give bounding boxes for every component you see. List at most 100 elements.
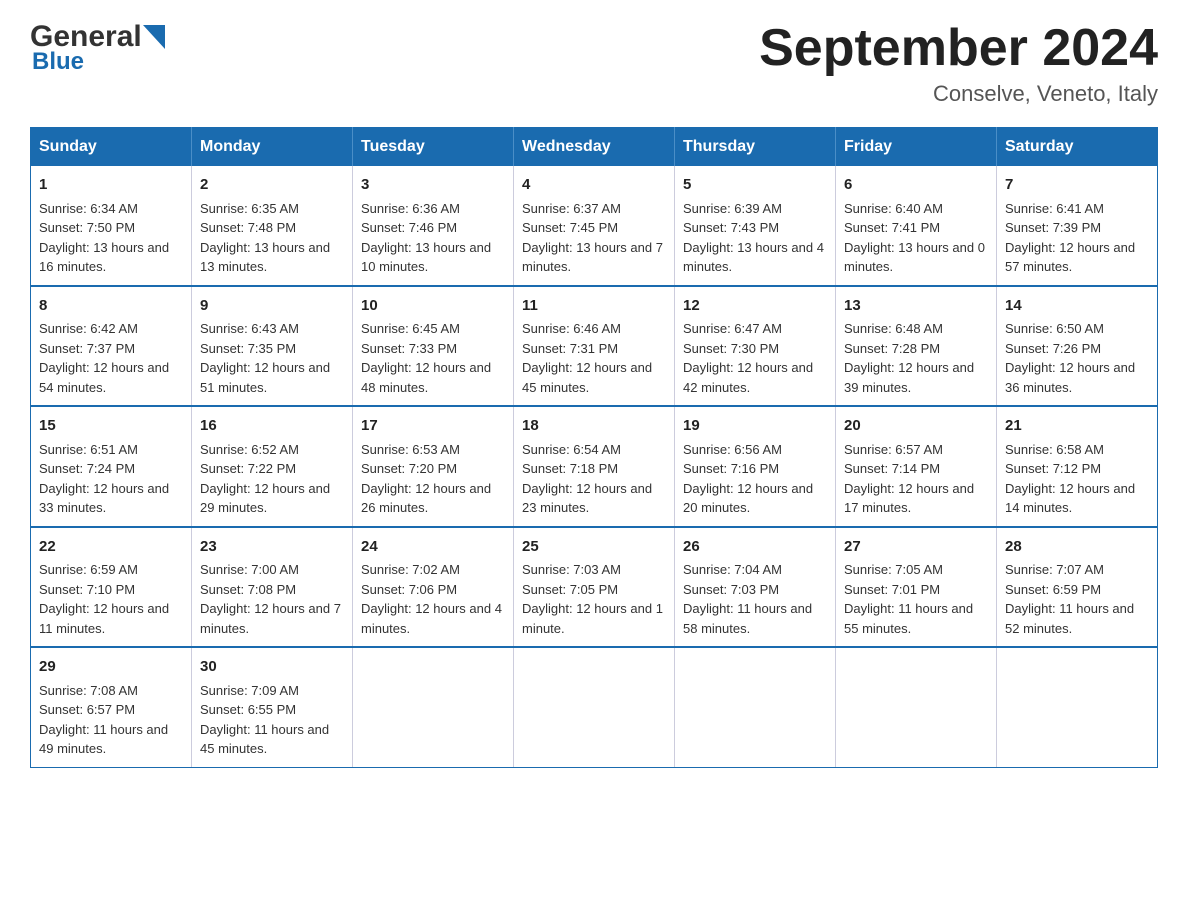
sunrise-info: Sunrise: 6:50 AM bbox=[1005, 319, 1149, 339]
day-number: 10 bbox=[361, 295, 505, 318]
calendar-cell: 14 Sunrise: 6:50 AM Sunset: 7:26 PM Dayl… bbox=[997, 286, 1158, 407]
sunset-info: Sunset: 7:03 PM bbox=[683, 580, 827, 600]
daylight-info: Daylight: 12 hours and 36 minutes. bbox=[1005, 358, 1149, 397]
page-header: General Blue September 2024 Conselve, Ve… bbox=[30, 20, 1158, 107]
calendar-cell: 1 Sunrise: 6:34 AM Sunset: 7:50 PM Dayli… bbox=[31, 166, 192, 286]
calendar-cell: 12 Sunrise: 6:47 AM Sunset: 7:30 PM Dayl… bbox=[675, 286, 836, 407]
sunset-info: Sunset: 7:45 PM bbox=[522, 218, 666, 238]
sunset-info: Sunset: 7:10 PM bbox=[39, 580, 183, 600]
daylight-info: Daylight: 13 hours and 0 minutes. bbox=[844, 238, 988, 277]
sunset-info: Sunset: 7:24 PM bbox=[39, 459, 183, 479]
sunrise-info: Sunrise: 7:02 AM bbox=[361, 560, 505, 580]
day-number: 21 bbox=[1005, 415, 1149, 438]
daylight-info: Daylight: 12 hours and 1 minute. bbox=[522, 599, 666, 638]
weekday-header-monday: Monday bbox=[192, 128, 353, 167]
daylight-info: Daylight: 13 hours and 16 minutes. bbox=[39, 238, 183, 277]
sunrise-info: Sunrise: 6:41 AM bbox=[1005, 199, 1149, 219]
weekday-header-friday: Friday bbox=[836, 128, 997, 167]
sunset-info: Sunset: 6:55 PM bbox=[200, 700, 344, 720]
calendar-cell: 26 Sunrise: 7:04 AM Sunset: 7:03 PM Dayl… bbox=[675, 527, 836, 648]
calendar-cell: 9 Sunrise: 6:43 AM Sunset: 7:35 PM Dayli… bbox=[192, 286, 353, 407]
day-number: 7 bbox=[1005, 174, 1149, 197]
calendar-week-row: 22 Sunrise: 6:59 AM Sunset: 7:10 PM Dayl… bbox=[31, 527, 1158, 648]
day-number: 3 bbox=[361, 174, 505, 197]
day-number: 20 bbox=[844, 415, 988, 438]
sunset-info: Sunset: 7:37 PM bbox=[39, 339, 183, 359]
calendar-cell: 24 Sunrise: 7:02 AM Sunset: 7:06 PM Dayl… bbox=[353, 527, 514, 648]
sunrise-info: Sunrise: 6:34 AM bbox=[39, 199, 183, 219]
day-number: 12 bbox=[683, 295, 827, 318]
day-number: 11 bbox=[522, 295, 666, 318]
calendar-cell bbox=[514, 647, 675, 767]
day-number: 9 bbox=[200, 295, 344, 318]
sunrise-info: Sunrise: 6:37 AM bbox=[522, 199, 666, 219]
sunrise-info: Sunrise: 6:43 AM bbox=[200, 319, 344, 339]
calendar-cell: 20 Sunrise: 6:57 AM Sunset: 7:14 PM Dayl… bbox=[836, 406, 997, 527]
sunrise-info: Sunrise: 6:56 AM bbox=[683, 440, 827, 460]
sunrise-info: Sunrise: 6:42 AM bbox=[39, 319, 183, 339]
day-number: 30 bbox=[200, 656, 344, 679]
calendar-cell: 22 Sunrise: 6:59 AM Sunset: 7:10 PM Dayl… bbox=[31, 527, 192, 648]
daylight-info: Daylight: 13 hours and 13 minutes. bbox=[200, 238, 344, 277]
day-number: 16 bbox=[200, 415, 344, 438]
day-number: 2 bbox=[200, 174, 344, 197]
sunset-info: Sunset: 6:59 PM bbox=[1005, 580, 1149, 600]
weekday-header-thursday: Thursday bbox=[675, 128, 836, 167]
calendar-cell: 6 Sunrise: 6:40 AM Sunset: 7:41 PM Dayli… bbox=[836, 166, 997, 286]
sunset-info: Sunset: 6:57 PM bbox=[39, 700, 183, 720]
sunset-info: Sunset: 7:43 PM bbox=[683, 218, 827, 238]
day-number: 26 bbox=[683, 536, 827, 559]
day-number: 25 bbox=[522, 536, 666, 559]
sunset-info: Sunset: 7:20 PM bbox=[361, 459, 505, 479]
sunset-info: Sunset: 7:28 PM bbox=[844, 339, 988, 359]
sunrise-info: Sunrise: 6:48 AM bbox=[844, 319, 988, 339]
day-number: 6 bbox=[844, 174, 988, 197]
day-number: 4 bbox=[522, 174, 666, 197]
calendar-week-row: 29 Sunrise: 7:08 AM Sunset: 6:57 PM Dayl… bbox=[31, 647, 1158, 767]
calendar-week-row: 8 Sunrise: 6:42 AM Sunset: 7:37 PM Dayli… bbox=[31, 286, 1158, 407]
day-number: 14 bbox=[1005, 295, 1149, 318]
sunrise-info: Sunrise: 7:05 AM bbox=[844, 560, 988, 580]
sunrise-info: Sunrise: 6:39 AM bbox=[683, 199, 827, 219]
sunset-info: Sunset: 7:16 PM bbox=[683, 459, 827, 479]
daylight-info: Daylight: 12 hours and 51 minutes. bbox=[200, 358, 344, 397]
day-number: 22 bbox=[39, 536, 183, 559]
sunset-info: Sunset: 7:26 PM bbox=[1005, 339, 1149, 359]
calendar-cell: 28 Sunrise: 7:07 AM Sunset: 6:59 PM Dayl… bbox=[997, 527, 1158, 648]
calendar-cell: 15 Sunrise: 6:51 AM Sunset: 7:24 PM Dayl… bbox=[31, 406, 192, 527]
calendar-cell: 29 Sunrise: 7:08 AM Sunset: 6:57 PM Dayl… bbox=[31, 647, 192, 767]
calendar-cell: 7 Sunrise: 6:41 AM Sunset: 7:39 PM Dayli… bbox=[997, 166, 1158, 286]
sunset-info: Sunset: 7:01 PM bbox=[844, 580, 988, 600]
sunset-info: Sunset: 7:14 PM bbox=[844, 459, 988, 479]
daylight-info: Daylight: 12 hours and 33 minutes. bbox=[39, 479, 183, 518]
sunrise-info: Sunrise: 6:57 AM bbox=[844, 440, 988, 460]
sunset-info: Sunset: 7:41 PM bbox=[844, 218, 988, 238]
daylight-info: Daylight: 12 hours and 11 minutes. bbox=[39, 599, 183, 638]
sunrise-info: Sunrise: 7:08 AM bbox=[39, 681, 183, 701]
calendar-cell: 25 Sunrise: 7:03 AM Sunset: 7:05 PM Dayl… bbox=[514, 527, 675, 648]
sunset-info: Sunset: 7:39 PM bbox=[1005, 218, 1149, 238]
daylight-info: Daylight: 11 hours and 45 minutes. bbox=[200, 720, 344, 759]
sunset-info: Sunset: 7:18 PM bbox=[522, 459, 666, 479]
sunset-info: Sunset: 7:33 PM bbox=[361, 339, 505, 359]
calendar-cell: 30 Sunrise: 7:09 AM Sunset: 6:55 PM Dayl… bbox=[192, 647, 353, 767]
sunrise-info: Sunrise: 6:36 AM bbox=[361, 199, 505, 219]
weekday-header-tuesday: Tuesday bbox=[353, 128, 514, 167]
calendar-cell: 21 Sunrise: 6:58 AM Sunset: 7:12 PM Dayl… bbox=[997, 406, 1158, 527]
daylight-info: Daylight: 12 hours and 45 minutes. bbox=[522, 358, 666, 397]
daylight-info: Daylight: 12 hours and 39 minutes. bbox=[844, 358, 988, 397]
daylight-info: Daylight: 12 hours and 57 minutes. bbox=[1005, 238, 1149, 277]
calendar-cell: 17 Sunrise: 6:53 AM Sunset: 7:20 PM Dayl… bbox=[353, 406, 514, 527]
daylight-info: Daylight: 12 hours and 26 minutes. bbox=[361, 479, 505, 518]
calendar-cell: 4 Sunrise: 6:37 AM Sunset: 7:45 PM Dayli… bbox=[514, 166, 675, 286]
daylight-info: Daylight: 12 hours and 23 minutes. bbox=[522, 479, 666, 518]
sunset-info: Sunset: 7:30 PM bbox=[683, 339, 827, 359]
title-area: September 2024 Conselve, Veneto, Italy bbox=[759, 20, 1158, 107]
daylight-info: Daylight: 12 hours and 17 minutes. bbox=[844, 479, 988, 518]
day-number: 17 bbox=[361, 415, 505, 438]
calendar-table: SundayMondayTuesdayWednesdayThursdayFrid… bbox=[30, 127, 1158, 768]
calendar-cell: 16 Sunrise: 6:52 AM Sunset: 7:22 PM Dayl… bbox=[192, 406, 353, 527]
daylight-info: Daylight: 12 hours and 29 minutes. bbox=[200, 479, 344, 518]
day-number: 27 bbox=[844, 536, 988, 559]
calendar-cell: 19 Sunrise: 6:56 AM Sunset: 7:16 PM Dayl… bbox=[675, 406, 836, 527]
